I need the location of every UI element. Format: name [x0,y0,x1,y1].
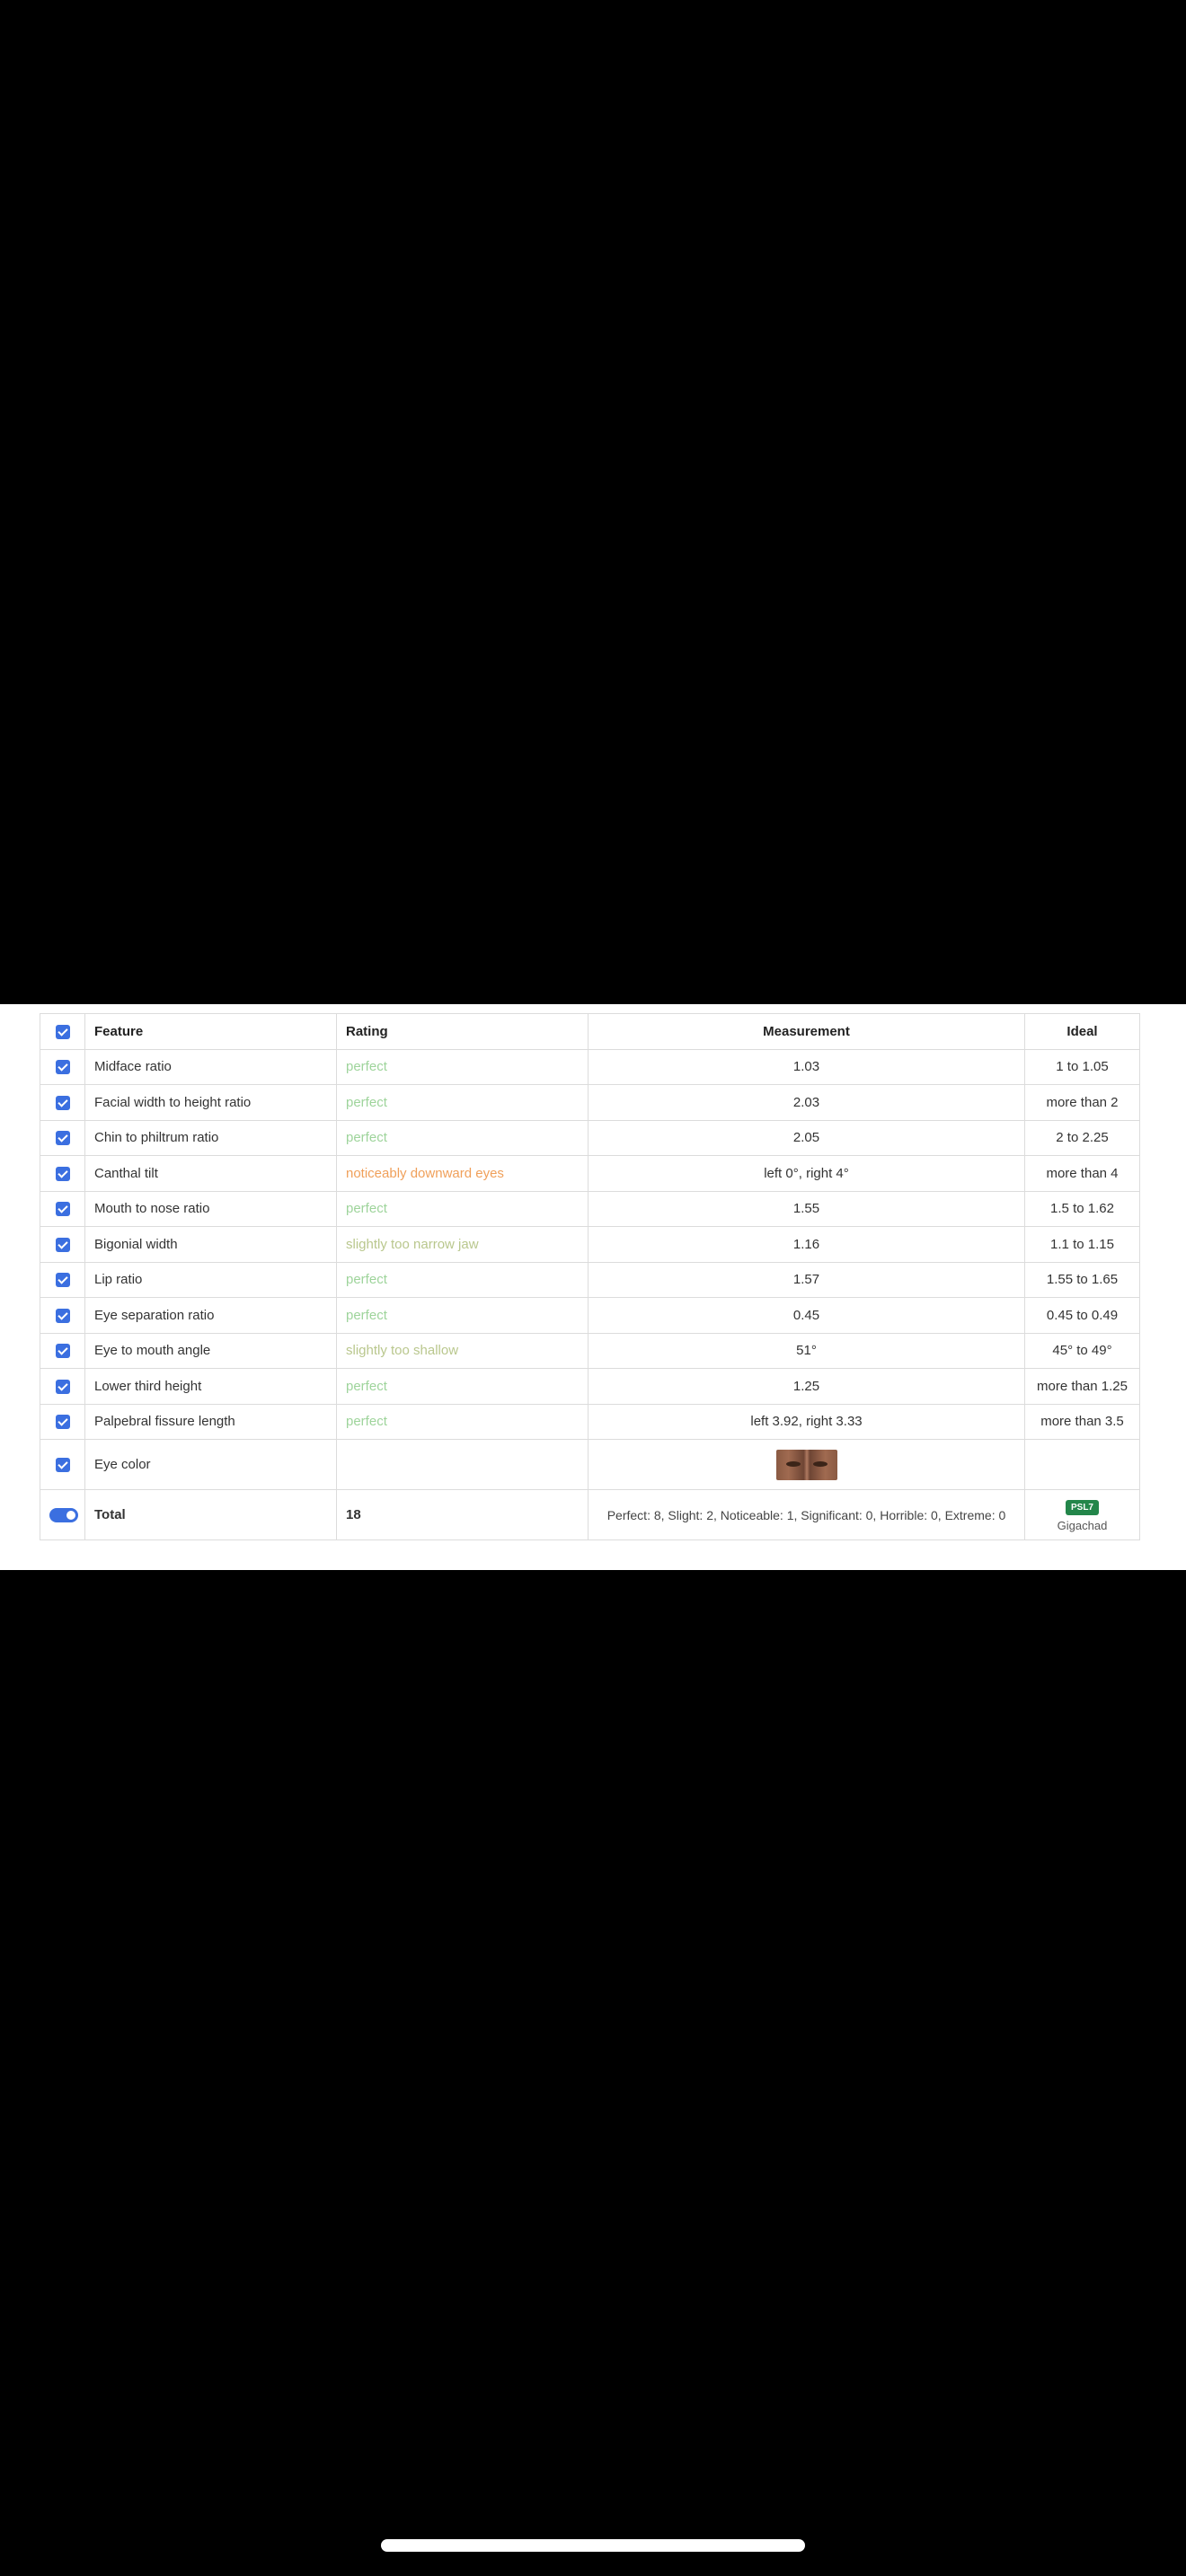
measurement-value: 2.05 [588,1119,1025,1156]
rating-text: noticeably downward eyes [336,1155,589,1192]
total-score: 18 [336,1489,589,1540]
row-checkbox[interactable] [55,1344,70,1359]
header-ideal: Ideal [1024,1013,1140,1050]
rating-text: perfect [336,1403,589,1440]
select-all-cell[interactable] [40,1013,85,1050]
feature-name: Eye separation ratio [84,1297,337,1334]
row-checkbox[interactable] [55,1166,70,1181]
eye-crop-image [775,1449,837,1480]
ideal-range: 2 to 2.25 [1024,1119,1140,1156]
table-row: Canthal tilt noticeably downward eyes le… [40,1155,1140,1192]
feature-name: Chin to philtrum ratio [84,1119,337,1156]
feature-name: Facial width to height ratio [84,1084,337,1121]
facial-analysis-table: Feature Rating Measurement Ideal Midface… [40,1013,1140,1540]
table-header-row: Feature Rating Measurement Ideal [40,1013,1140,1050]
total-toggle[interactable] [49,1508,78,1523]
measurement-value: 1.57 [588,1261,1025,1298]
row-checkbox[interactable] [55,1095,70,1110]
row-checkbox[interactable] [55,1415,70,1430]
row-checkbox[interactable] [55,1308,70,1323]
row-checkbox[interactable] [55,1379,70,1394]
measurement-value: 51° [588,1332,1025,1369]
table-row: Eye to mouth angle slightly too shallow … [40,1332,1140,1369]
table-row: Eye separation ratio perfect 0.45 0.45 t… [40,1297,1140,1334]
total-label: Total [84,1489,337,1540]
ideal-range: more than 4 [1024,1155,1140,1192]
table-row: Midface ratio perfect 1.03 1 to 1.05 [40,1048,1140,1085]
header-rating: Rating [336,1013,589,1050]
feature-name: Mouth to nose ratio [84,1190,337,1227]
feature-name: Midface ratio [84,1048,337,1085]
row-checkbox[interactable] [55,1273,70,1288]
row-checkbox[interactable] [55,1060,70,1075]
measurement-value: 1.55 [588,1190,1025,1227]
ideal-range: 0.45 to 0.49 [1024,1297,1140,1334]
rating-text [336,1439,589,1490]
row-checkbox[interactable] [55,1131,70,1146]
ideal-range: more than 3.5 [1024,1403,1140,1440]
results-panel: Feature Rating Measurement Ideal Midface… [0,1004,1186,1570]
header-feature: Feature [84,1013,337,1050]
select-all-checkbox[interactable] [55,1024,70,1039]
feature-name: Lower third height [84,1368,337,1405]
table-row: Lower third height perfect 1.25 more tha… [40,1368,1140,1405]
ideal-range: 1.55 to 1.65 [1024,1261,1140,1298]
home-indicator[interactable] [381,2539,805,2552]
ideal-range: 45° to 49° [1024,1332,1140,1369]
measurement-value: left 3.92, right 3.33 [588,1403,1025,1440]
rating-text: perfect [336,1084,589,1121]
table-row: Facial width to height ratio perfect 2.0… [40,1084,1140,1121]
table-row: Lip ratio perfect 1.57 1.55 to 1.65 [40,1261,1140,1298]
rating-text: perfect [336,1190,589,1227]
row-checkbox[interactable] [55,1458,70,1473]
rating-text: slightly too narrow jaw [336,1226,589,1263]
rating-text: perfect [336,1048,589,1085]
ideal-range: 1.5 to 1.62 [1024,1190,1140,1227]
measurement-value: 1.25 [588,1368,1025,1405]
eye-color-cell [588,1439,1025,1490]
total-row: Total 18 Perfect: 8, Slight: 2, Noticeab… [40,1489,1140,1540]
rating-text: perfect [336,1368,589,1405]
ideal-range: 1 to 1.05 [1024,1048,1140,1085]
measurement-value: 1.16 [588,1226,1025,1263]
feature-name: Bigonial width [84,1226,337,1263]
psl-badge: PSL7 [1065,1499,1099,1515]
measurement-value: 2.03 [588,1084,1025,1121]
feature-name: Lip ratio [84,1261,337,1298]
table-row-eye-color: Eye color [40,1439,1140,1490]
feature-name: Palpebral fissure length [84,1403,337,1440]
measurement-value: 0.45 [588,1297,1025,1334]
tier-label: Gigachad [1057,1518,1108,1532]
row-checkbox[interactable] [55,1237,70,1252]
ideal-range: 1.1 to 1.15 [1024,1226,1140,1263]
table-row: Palpebral fissure length perfect left 3.… [40,1403,1140,1440]
ideal-range: more than 1.25 [1024,1368,1140,1405]
measurement-value: 1.03 [588,1048,1025,1085]
ideal-range [1024,1439,1140,1490]
table-row: Chin to philtrum ratio perfect 2.05 2 to… [40,1119,1140,1156]
row-checkbox[interactable] [55,1202,70,1217]
rating-text: perfect [336,1119,589,1156]
rating-text: perfect [336,1261,589,1298]
measurement-value: left 0°, right 4° [588,1155,1025,1192]
rating-text: slightly too shallow [336,1332,589,1369]
feature-name: Eye color [84,1439,337,1490]
feature-name: Eye to mouth angle [84,1332,337,1369]
rating-text: perfect [336,1297,589,1334]
table-row: Bigonial width slightly too narrow jaw 1… [40,1226,1140,1263]
ideal-range: more than 2 [1024,1084,1140,1121]
feature-name: Canthal tilt [84,1155,337,1192]
header-measurement: Measurement [588,1013,1025,1050]
table-row: Mouth to nose ratio perfect 1.55 1.5 to … [40,1190,1140,1227]
psl-result-cell: PSL7 Gigachad [1024,1489,1140,1540]
rating-summary: Perfect: 8, Slight: 2, Noticeable: 1, Si… [588,1489,1025,1540]
